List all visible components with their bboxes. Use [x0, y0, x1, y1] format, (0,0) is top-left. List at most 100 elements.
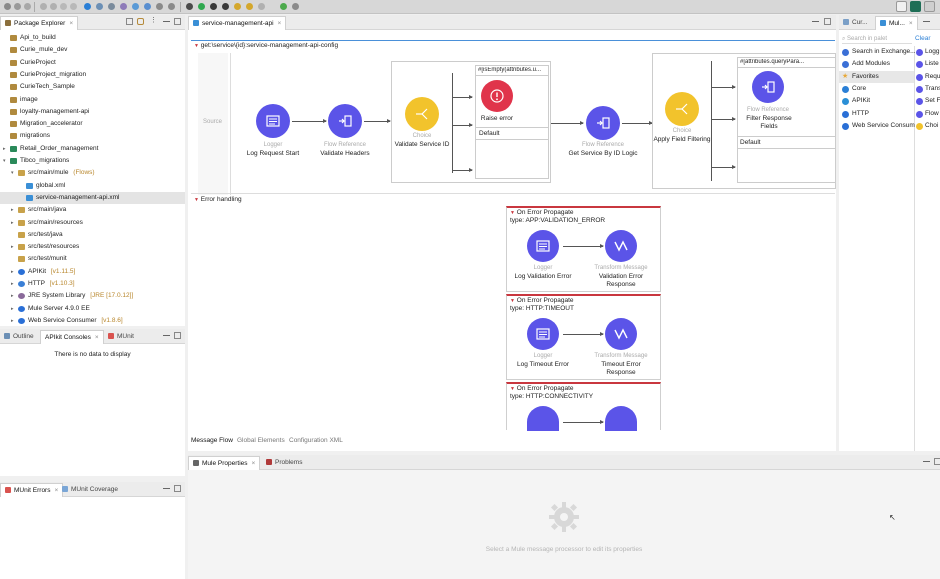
tab-mule-palette[interactable]: Mul... × [875, 16, 918, 30]
settings-icon[interactable] [168, 3, 175, 10]
tree-item[interactable]: src/test/java [0, 229, 185, 241]
chevron-right-icon[interactable]: ▸ [11, 315, 14, 327]
forward-icon[interactable] [258, 3, 265, 10]
logger-node[interactable] [527, 318, 559, 350]
palette-clear-link[interactable]: Clear [915, 35, 931, 42]
copy-icon[interactable] [70, 3, 77, 10]
logger-node[interactable] [527, 230, 559, 262]
close-icon[interactable]: × [95, 334, 99, 341]
chevron-down-icon[interactable]: ▾ [11, 167, 14, 179]
filter-response-node[interactable] [752, 71, 784, 103]
maximize-icon[interactable] [934, 458, 940, 465]
collapse-all-icon[interactable] [126, 18, 133, 25]
collapse-arrow-icon[interactable]: ▼ [510, 210, 515, 216]
terminal-icon[interactable] [144, 3, 151, 10]
minimize-icon[interactable] [163, 335, 170, 336]
choice-default-label[interactable]: Default [479, 130, 500, 137]
cut-icon[interactable] [60, 3, 67, 10]
chevron-right-icon[interactable]: ▸ [11, 266, 14, 278]
maximize-icon[interactable] [174, 485, 181, 492]
tree-item[interactable]: Curie_mule_dev [0, 44, 185, 56]
tree-item[interactable]: ▾ Tibco_migrations [0, 155, 185, 167]
run-icon[interactable] [198, 3, 205, 10]
tab-global-elements[interactable]: Global Elements [237, 437, 285, 444]
palette-item[interactable]: ★ Favorites [839, 70, 914, 83]
chevron-right-icon[interactable]: ▸ [11, 217, 14, 229]
chevron-right-icon[interactable]: ▸ [11, 204, 14, 216]
tree-item[interactable]: ▸ src/main/java [0, 204, 185, 216]
flow-reference-node-2[interactable] [586, 106, 620, 140]
tree-item[interactable]: ▸ src/main/resources [0, 217, 185, 229]
tree-item[interactable]: global.xml [0, 180, 185, 192]
close-icon[interactable]: × [252, 460, 256, 467]
transform-message-node[interactable] [605, 318, 637, 350]
palette-component[interactable]: Choi [915, 120, 940, 132]
pin-icon[interactable] [292, 3, 299, 10]
tree-item[interactable]: image [0, 94, 185, 106]
tree-item[interactable]: migrations [0, 130, 185, 142]
minimize-icon[interactable] [923, 21, 930, 22]
flow-header[interactable]: ▼ get:\service\{id}:service-management-a… [194, 42, 338, 49]
palette-component[interactable]: Set F [915, 95, 940, 107]
chevron-right-icon[interactable]: ▸ [11, 241, 14, 253]
palette-item[interactable]: Add Modules [839, 58, 914, 70]
tree-item[interactable]: Migration_accelerator [0, 118, 185, 130]
chevron-down-icon[interactable]: ▾ [3, 155, 6, 167]
mule-deploy-icon[interactable] [84, 3, 91, 10]
undo-icon[interactable] [40, 3, 47, 10]
tab-outline[interactable]: Outline [0, 330, 38, 344]
tree-item[interactable]: CurieProject [0, 57, 185, 69]
choice-node[interactable] [405, 97, 439, 131]
flow-reference-node[interactable] [328, 104, 362, 138]
close-icon[interactable]: × [69, 20, 73, 27]
maximize-icon[interactable] [174, 18, 181, 25]
redo-icon[interactable] [50, 3, 57, 10]
link-editor-icon[interactable] [137, 18, 144, 25]
collapse-arrow-icon[interactable]: ▼ [194, 197, 199, 203]
tree-item[interactable]: CurieTech_Sample [0, 81, 185, 93]
on-error-propagate-3[interactable]: ▼ On Error Propagate type: HTTP:CONNECTIV… [506, 382, 661, 432]
tree-item[interactable]: src/test/munit [0, 253, 185, 265]
chevron-right-icon[interactable]: ▸ [11, 278, 14, 290]
tree-item[interactable]: ▸ Web Service Consumer [v1.8.6] [0, 315, 185, 327]
collapse-arrow-icon[interactable]: ▼ [194, 43, 199, 49]
on-error-propagate-1[interactable]: ▼ On Error Propagate type: APP:VALIDATION… [506, 206, 661, 292]
close-icon[interactable]: × [909, 20, 913, 27]
external-tools-icon[interactable] [222, 3, 229, 10]
logger-node[interactable] [527, 406, 559, 432]
tab-service-management-api[interactable]: service-management-api × [188, 16, 287, 30]
tab-apikit-consoles[interactable]: APIkit Consoles × [40, 330, 104, 344]
view-menu-icon[interactable]: ⋮ [150, 16, 157, 24]
save-all-icon[interactable] [24, 3, 31, 10]
publish-icon[interactable] [132, 3, 139, 10]
tree-item[interactable]: ▸ src/test/resources [0, 241, 185, 253]
tab-munit[interactable]: MUnit [104, 330, 138, 344]
tab-configuration-xml[interactable]: Configuration XML [289, 437, 343, 444]
close-icon[interactable]: × [278, 20, 282, 27]
choice-2-when-expression[interactable]: #[attributes.queryPara... [740, 59, 834, 65]
palette-search-input[interactable]: ⌕ Search in palet [842, 34, 912, 44]
tab-munit-errors[interactable]: MUnit Errors × [0, 483, 64, 497]
minimize-icon[interactable] [163, 21, 170, 22]
error-handling-header[interactable]: ▼ Error handling [194, 196, 242, 203]
tree-item[interactable]: ▸ Mule Server 4.9.0 EE [0, 303, 185, 315]
tree-item[interactable]: ▸ APIKit [v1.11.5] [0, 266, 185, 278]
minimize-icon[interactable] [923, 461, 930, 462]
tab-problems[interactable]: Problems [262, 456, 306, 470]
chevron-right-icon[interactable]: ▸ [11, 303, 14, 315]
transform-message-node[interactable] [605, 406, 637, 432]
back-icon[interactable] [246, 3, 253, 10]
export-icon[interactable] [96, 3, 103, 10]
exchange-icon[interactable] [120, 3, 127, 10]
tab-munit-coverage[interactable]: MUnit Coverage [58, 483, 122, 497]
palette-component[interactable]: Flow [915, 108, 940, 120]
tree-item[interactable]: CurieProject_migration [0, 69, 185, 81]
palette-item[interactable]: Core [839, 83, 914, 95]
git-icon[interactable] [156, 3, 163, 10]
on-error-propagate-2[interactable]: ▼ On Error Propagate type: HTTP:TIMEOUT L… [506, 294, 661, 380]
tree-item[interactable]: ▾ src/main/mule (Flows) [0, 167, 185, 179]
palette-item[interactable]: APIKit [839, 95, 914, 107]
transform-message-node[interactable] [605, 230, 637, 262]
new-icon[interactable] [4, 3, 11, 10]
palette-item[interactable]: Web Service Consum [839, 120, 915, 132]
